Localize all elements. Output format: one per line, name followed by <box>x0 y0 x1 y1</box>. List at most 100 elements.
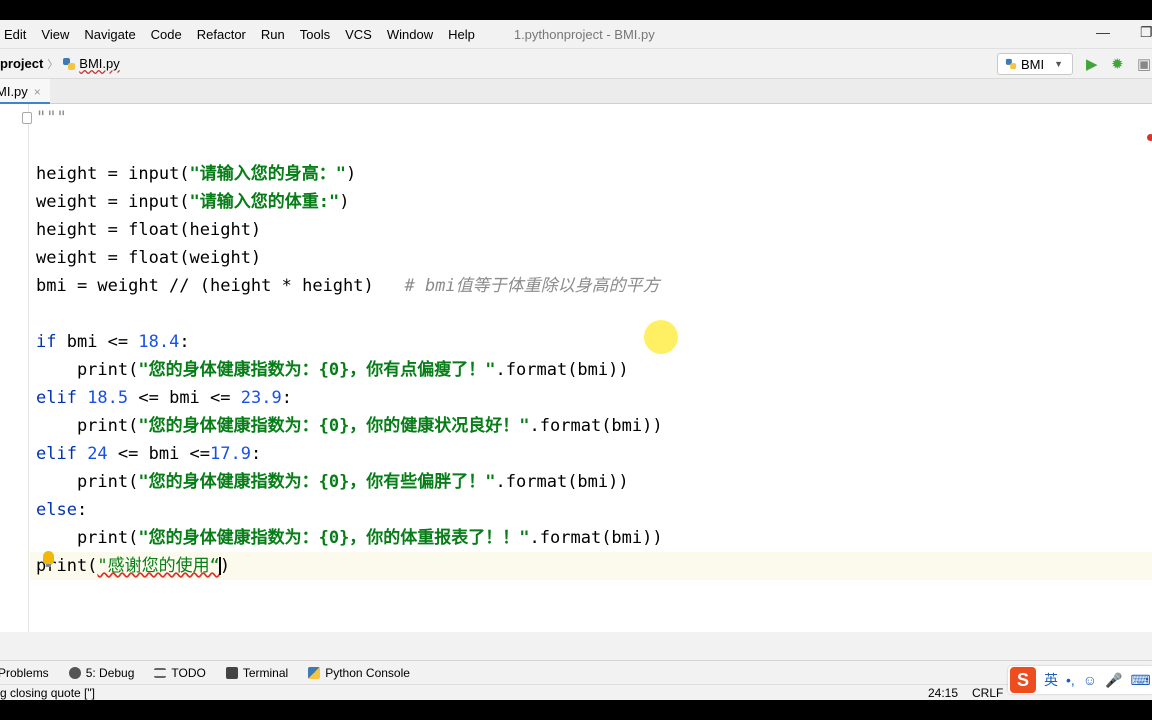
navigation-bar: nproject 〉 BMI.py BMI ▼ ▶ ✹ ▣ <box>0 48 1152 78</box>
keyword: elif <box>36 388 77 408</box>
code-text: : <box>250 444 262 464</box>
code-line-13[interactable]: elif 24 <= bmi <=17.9: <box>36 440 261 468</box>
tool-python-console-label: Python Console <box>325 665 410 680</box>
debug-icon[interactable]: ✹ <box>1111 55 1124 73</box>
code-text: print( <box>36 416 139 436</box>
coverage-icon[interactable]: ▣ <box>1137 55 1151 73</box>
code-text: bmi <= <box>56 332 139 352</box>
breadcrumb-project[interactable]: nproject <box>0 56 43 71</box>
tool-terminal-label: Terminal <box>242 665 289 680</box>
code-text: bmi = weight // (height * height) <box>36 276 405 296</box>
python-console-icon <box>308 666 321 679</box>
list-icon <box>154 667 167 678</box>
code-text: : <box>76 500 88 520</box>
number-literal: 17.9 <box>210 444 251 464</box>
ime-logo[interactable]: S <box>1010 667 1036 693</box>
code-line-1[interactable]: """ <box>36 104 67 132</box>
run-icon[interactable]: ▶ <box>1086 55 1098 73</box>
run-config-label: BMI <box>1021 56 1045 72</box>
code-line-9[interactable]: if bmi <= 18.4: <box>36 328 190 356</box>
terminal-icon <box>225 666 238 679</box>
number-literal: 18.5 <box>76 388 129 408</box>
bug-icon <box>68 666 81 679</box>
string-literal-error: "感谢您的使用“ <box>97 556 220 576</box>
keyword: elif <box>36 444 77 464</box>
code-line-11[interactable]: elif 18.5 <= bmi <= 23.9: <box>36 384 292 412</box>
code-text: input( <box>128 192 190 212</box>
menu-code[interactable]: Code <box>151 27 182 42</box>
code-text: weight = <box>36 192 129 212</box>
keyword: else <box>36 500 77 520</box>
menu-navigate[interactable]: Navigate <box>84 27 135 42</box>
line-separator[interactable]: CRLF <box>972 686 1003 700</box>
code-line-6[interactable]: weight = float(weight) <box>36 244 261 272</box>
ime-toolbar: S 英 •, ☺ 🎤 ⌨ <box>1008 666 1152 694</box>
menu-tools[interactable]: Tools <box>300 27 330 42</box>
menu-window[interactable]: Window <box>387 27 433 42</box>
ime-language[interactable]: 英 <box>1044 670 1058 690</box>
editor-tab-bar: MI.py × <box>0 78 1152 105</box>
menu-run[interactable]: Run <box>261 27 285 42</box>
menu-refactor[interactable]: Refactor <box>197 27 246 42</box>
code-line-14[interactable]: print("您的身体健康指数为：{0}，你有些偏胖了！".format(bmi… <box>36 468 629 496</box>
menu-view[interactable]: View <box>41 27 69 42</box>
code-text: input( <box>128 164 190 184</box>
code-text: : <box>179 332 190 352</box>
tool-debug[interactable]: 5: Debug <box>68 665 135 680</box>
menu-bar: Edit View Navigate Code Refactor Run Too… <box>0 20 1152 48</box>
tab-bmi-py[interactable]: MI.py × <box>0 79 50 105</box>
ide-window: Edit View Navigate Code Refactor Run Too… <box>0 20 1152 700</box>
code-line-17-current[interactable]: print("感谢您的使用“) <box>30 552 1152 580</box>
tool-python-console[interactable]: Python Console <box>308 666 410 680</box>
code-line-16[interactable]: print("您的身体健康指数为：{0}，你的体重报表了！！".format(b… <box>36 524 663 552</box>
punctuation-icon[interactable]: •, <box>1066 672 1075 688</box>
code-line-10[interactable]: print("您的身体健康指数为：{0}，你有点偏瘦了！".format(bmi… <box>36 356 629 384</box>
minimize-icon[interactable]: — <box>1096 24 1110 40</box>
emoji-icon[interactable]: ☺ <box>1083 672 1097 688</box>
tool-problems[interactable]: Problems <box>0 666 49 680</box>
editor-gutter[interactable] <box>0 104 29 632</box>
code-line-15[interactable]: else: <box>36 496 87 524</box>
microphone-icon[interactable]: 🎤 <box>1105 672 1122 689</box>
code-editor[interactable]: """ height = input("请输入您的身高：") weight = … <box>0 104 1152 632</box>
code-line-5[interactable]: height = float(height) <box>36 216 261 244</box>
mouse-cursor-highlight <box>644 320 678 354</box>
code-line-3[interactable]: height = input("请输入您的身高：") <box>36 160 356 188</box>
code-text: print( <box>36 528 139 548</box>
code-line-7[interactable]: bmi = weight // (height * height) # bmi值… <box>36 272 660 300</box>
keyboard-icon[interactable]: ⌨ <box>1131 672 1151 689</box>
breadcrumb-file[interactable]: BMI.py <box>79 56 119 71</box>
chevron-down-icon: ▼ <box>1054 59 1064 69</box>
lightbulb-icon[interactable] <box>43 551 54 567</box>
menu-help[interactable]: Help <box>448 27 475 42</box>
tool-todo[interactable]: TODO <box>154 665 206 680</box>
tool-terminal[interactable]: Terminal <box>225 665 289 680</box>
keyword: if <box>36 332 57 352</box>
menu-edit[interactable]: Edit <box>4 27 26 42</box>
fold-icon[interactable] <box>22 112 32 124</box>
close-icon[interactable]: × <box>34 85 41 99</box>
string-literal: "您的身体健康指数为：{0}，你有些偏胖了！" <box>138 472 496 492</box>
tool-todo-label: TODO <box>171 665 206 680</box>
string-literal: "您的身体健康指数为：{0}，你的健康状况良好！" <box>138 416 530 436</box>
code-line-4[interactable]: weight = input("请输入您的体重:") <box>36 188 350 216</box>
tool-debug-label: 5: Debug <box>85 665 135 680</box>
code-text: ) <box>219 556 231 576</box>
code-text: print( <box>36 472 139 492</box>
menu-vcs[interactable]: VCS <box>345 27 372 42</box>
code-line-12[interactable]: print("您的身体健康指数为：{0}，你的健康状况良好！".format(b… <box>36 412 663 440</box>
code-text: .format(bmi)) <box>495 360 629 380</box>
code-text: <= bmi <= <box>107 444 211 464</box>
window-title: 1.pythonproject - BMI.py <box>513 26 655 42</box>
run-config-selector[interactable]: BMI ▼ <box>997 53 1073 75</box>
code-text: .format(bmi)) <box>529 528 663 548</box>
caret-position[interactable]: 24:15 <box>928 686 958 700</box>
string-literal: "您的身体健康指数为：{0}，你的体重报表了！！" <box>138 528 530 548</box>
string-literal: "请输入您的身高：" <box>189 164 347 184</box>
restore-icon[interactable]: ❐ <box>1140 24 1152 41</box>
tool-window-bar: Problems 5: Debug TODO Terminal Python C… <box>0 660 1152 684</box>
code-text: .format(bmi)) <box>529 416 663 436</box>
status-message: g closing quote ["] <box>0 686 95 700</box>
error-indicator-icon[interactable] <box>1147 134 1152 141</box>
tool-problems-label: Problems <box>0 665 49 680</box>
